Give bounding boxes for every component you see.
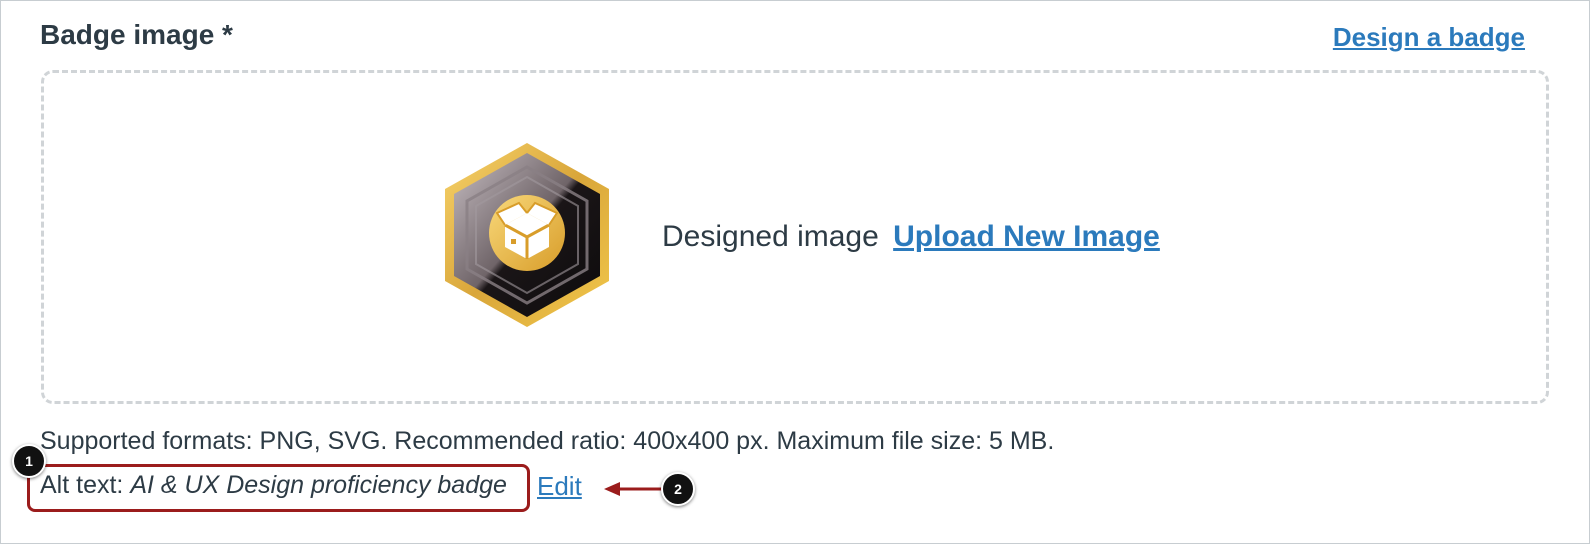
badge-image bbox=[445, 143, 609, 327]
section-title: Badge image * bbox=[40, 19, 233, 50]
designed-image-row: Designed image Upload New Image bbox=[662, 215, 1160, 259]
supported-formats-note: Supported formats: PNG, SVG. Recommended… bbox=[40, 427, 1055, 455]
design-badge-link[interactable]: Design a badge bbox=[1333, 17, 1525, 57]
upload-new-image-link[interactable]: Upload New Image bbox=[893, 220, 1160, 253]
alt-text-row: Alt text: AI & UX Design proficiency bad… bbox=[40, 467, 507, 503]
designed-image-label: Designed image bbox=[662, 220, 879, 253]
callout-badge-2: 2 bbox=[661, 472, 695, 506]
alt-text-value: AI & UX Design proficiency badge bbox=[130, 471, 507, 499]
callout-badge-1: 1 bbox=[12, 444, 46, 478]
alt-text-label: Alt text: bbox=[40, 471, 124, 499]
badge-image-panel: Badge image * Design a badge Designed im… bbox=[0, 0, 1590, 544]
edit-alt-text-link[interactable]: Edit bbox=[537, 468, 582, 504]
callout-arrow-icon bbox=[604, 482, 664, 496]
